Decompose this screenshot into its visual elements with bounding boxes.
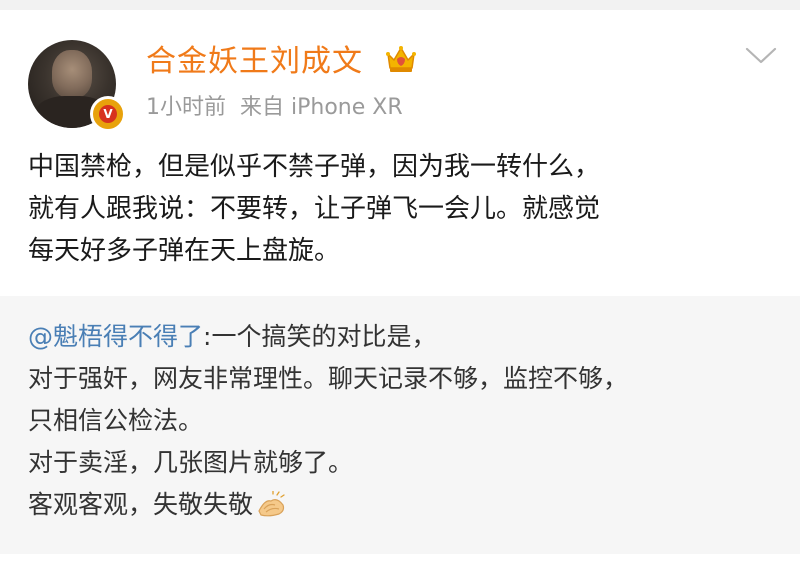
repost-line: 只相信公检法。	[28, 406, 204, 435]
post-content-line: 中国禁枪，但是似乎不禁子弹，因为我一转什么，	[28, 152, 601, 182]
chevron-down-icon[interactable]	[744, 44, 778, 68]
top-divider	[0, 0, 800, 10]
repost-line: 对于强奸，网友非常理性。聊天记录不够，监控不够，	[28, 364, 629, 393]
username[interactable]: 合金妖王刘成文	[146, 42, 363, 82]
post-content: 中国禁枪，但是似乎不禁子弹，因为我一转什么， 就有人跟我说：不要转，让子弹飞一会…	[28, 146, 778, 272]
bottom-spacer	[0, 554, 800, 572]
repost-content: @魁梧得不得了:一个搞笑的对比是， 对于强奸，网友非常理性。聊天记录不够，监控不…	[28, 316, 778, 526]
crown-icon[interactable]	[384, 42, 418, 76]
post-meta: 1小时前 来自 iPhone XR	[146, 92, 403, 124]
avatar-face	[52, 50, 92, 98]
post-source: 来自 iPhone XR	[240, 95, 403, 120]
mention-link[interactable]: @魁梧得不得了	[28, 322, 203, 351]
verified-badge-icon: V	[90, 96, 126, 132]
repost-line: :一个搞笑的对比是，	[203, 322, 437, 351]
weibo-post: V 合金妖王刘成文 1小时前 来自 iPhone XR 中国禁枪，但是似乎不禁子弹…	[0, 0, 800, 572]
post-content-line: 就有人跟我说：不要转，让子弹飞一会儿。就感觉	[28, 194, 601, 224]
verified-v-mark: V	[99, 105, 117, 123]
repost-line: 客观客观，失敬失敬	[28, 490, 254, 519]
timestamp: 1小时前	[146, 95, 226, 120]
clapping-hands-icon	[258, 491, 285, 517]
repost-line: 对于卖淫，几张图片就够了。	[28, 448, 354, 477]
post-content-line: 每天好多子弹在天上盘旋。	[28, 236, 341, 266]
repost-block[interactable]: @魁梧得不得了:一个搞笑的对比是， 对于强奸，网友非常理性。聊天记录不够，监控不…	[0, 296, 800, 554]
